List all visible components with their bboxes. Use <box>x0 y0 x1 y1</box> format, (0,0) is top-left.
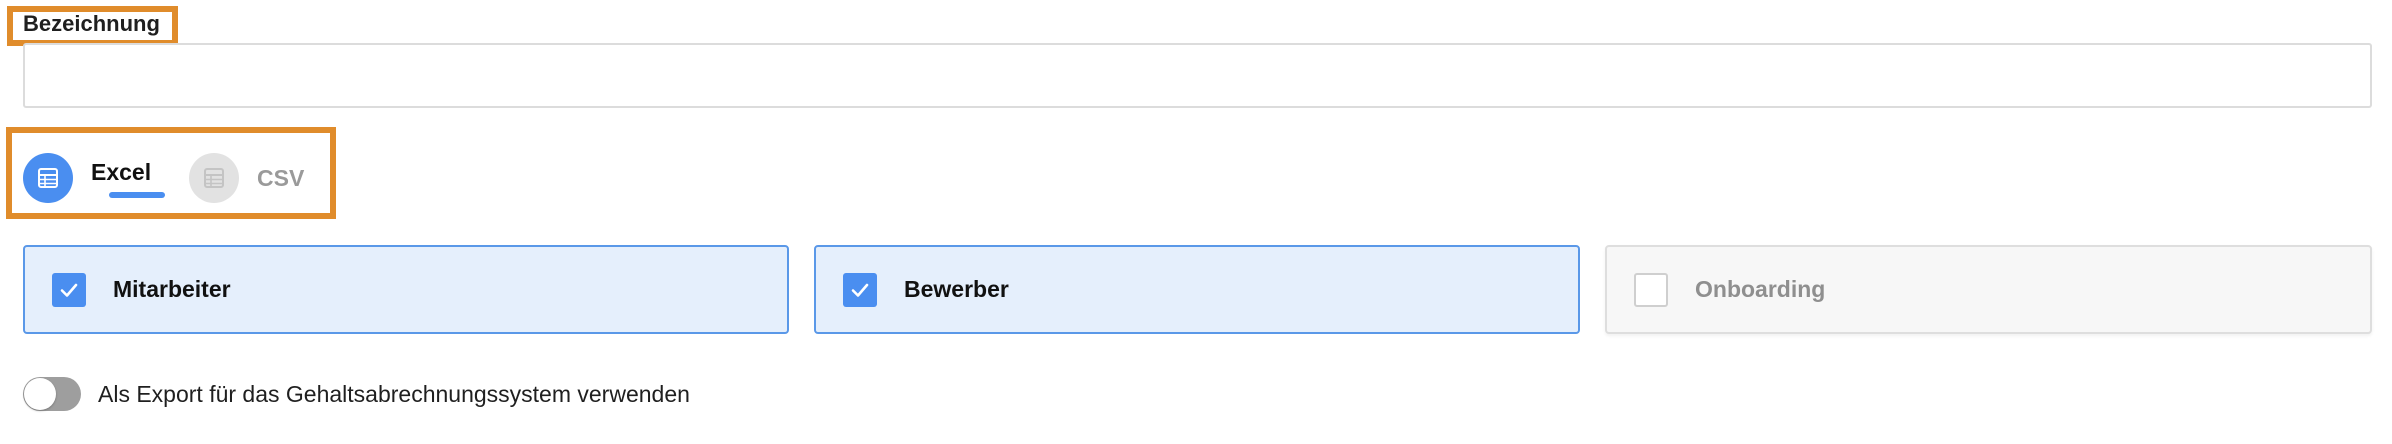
export-form: Bezeichnung Excel CSV Mitarbeiter Bewerb… <box>0 0 2392 444</box>
checkmark-icon <box>851 283 869 297</box>
format-label-excel: Excel <box>91 158 152 185</box>
payroll-export-toggle[interactable] <box>23 377 81 411</box>
checkbox-mitarbeiter[interactable] <box>52 272 86 307</box>
category-label-bewerber: Bewerber <box>904 276 1009 302</box>
category-card-mitarbeiter[interactable]: Mitarbeiter <box>23 245 789 334</box>
category-label-mitarbeiter: Mitarbeiter <box>113 276 231 302</box>
active-format-indicator <box>109 192 165 198</box>
category-card-onboarding[interactable]: Onboarding <box>1605 245 2372 334</box>
checkbox-bewerber[interactable] <box>843 272 877 307</box>
name-field-label: Bezeichnung <box>23 11 160 36</box>
format-label-csv: CSV <box>257 164 305 191</box>
checkmark-icon <box>60 283 78 297</box>
toggle-knob <box>24 378 56 410</box>
spreadsheet-icon <box>189 153 239 203</box>
payroll-export-label: Als Export für das Gehaltsabrechnungssys… <box>98 380 690 407</box>
format-option-csv[interactable]: CSV <box>189 152 304 204</box>
checkbox-onboarding[interactable] <box>1634 272 1668 307</box>
format-option-excel[interactable]: Excel <box>23 152 165 204</box>
category-label-onboarding: Onboarding <box>1695 276 1826 302</box>
name-input[interactable] <box>23 43 2372 108</box>
spreadsheet-icon <box>23 153 73 203</box>
payroll-export-row: Als Export für das Gehaltsabrechnungssys… <box>23 376 690 412</box>
category-card-bewerber[interactable]: Bewerber <box>814 245 1580 334</box>
